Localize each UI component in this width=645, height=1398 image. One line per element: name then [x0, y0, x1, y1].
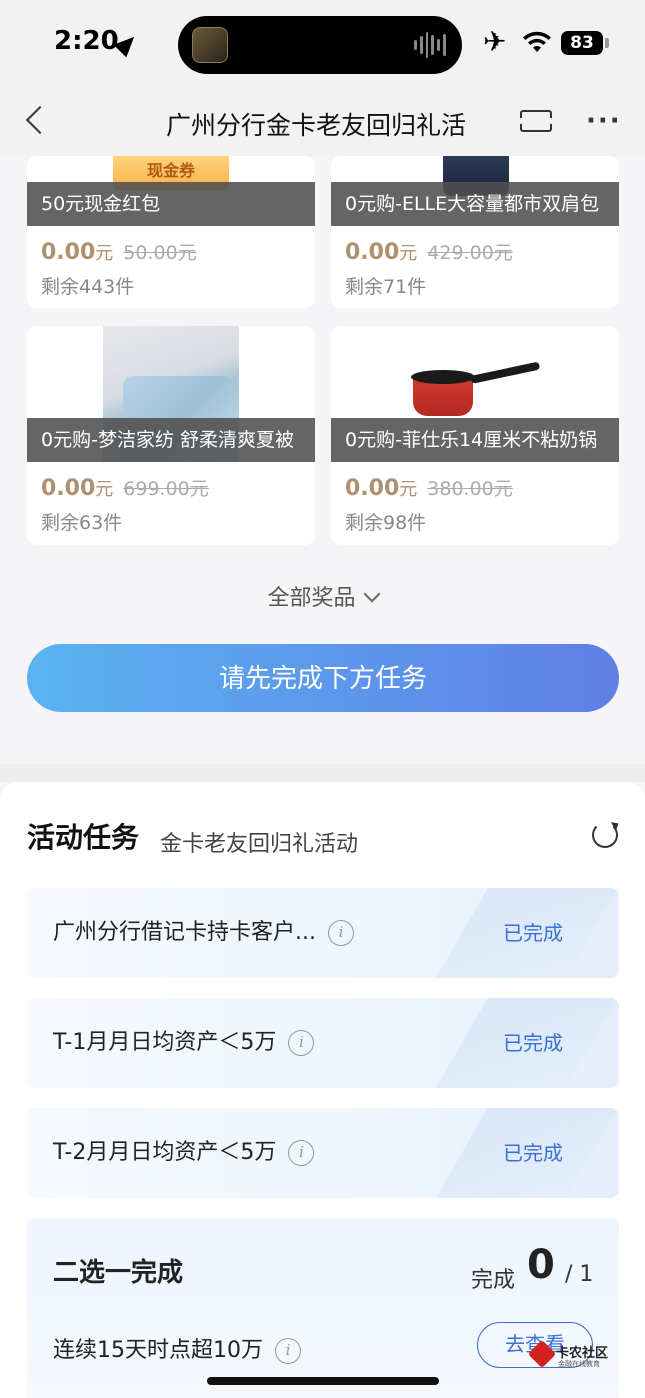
- price-row: 0.00元 429.00元: [345, 238, 513, 265]
- product-card[interactable]: 0元购-梦洁家纺 舒柔清爽夏被 0.00元 699.00元 剩余63件: [27, 326, 315, 545]
- price-unit: 元: [399, 479, 418, 500]
- watermark: 卡农社区 金融在线教育: [527, 1339, 612, 1372]
- task-label: 广州分行借记卡持卡客户... i: [53, 888, 354, 978]
- stock-count: 剩余443件: [41, 276, 135, 298]
- stock-count: 剩余98件: [345, 512, 427, 534]
- price-row: 0.00元 50.00元: [41, 238, 197, 265]
- stock-count: 剩余71件: [345, 276, 427, 298]
- stock-count: 剩余63件: [41, 512, 123, 534]
- task-status: 已完成: [503, 1031, 563, 1055]
- task-row: T-1月月日均资产＜5万 i 已完成: [27, 998, 619, 1088]
- info-icon[interactable]: i: [288, 1030, 315, 1056]
- task-subheading: 金卡老友回归礼活动: [160, 832, 359, 857]
- status-time: 2:20: [54, 26, 119, 56]
- product-card[interactable]: 现金券 50元现金红包 0.00元 50.00元 剩余443件: [27, 156, 315, 308]
- price-unit: 元: [399, 243, 418, 264]
- task-label: T-1月月日均资产＜5万 i: [53, 998, 315, 1088]
- price-row: 0.00元 380.00元: [345, 474, 513, 501]
- task-row: 广州分行借记卡持卡客户... i 已完成: [27, 888, 619, 978]
- more-icon[interactable]: ···: [586, 106, 622, 136]
- original-price: 429.00元: [427, 242, 513, 264]
- price-unit: 元: [95, 479, 114, 500]
- price-row: 0.00元 699.00元: [41, 474, 209, 501]
- watermark-subtext: 金融在线教育: [558, 1360, 600, 1368]
- task-status: 已完成: [503, 921, 563, 945]
- info-icon[interactable]: i: [275, 1338, 301, 1364]
- original-price: 380.00元: [427, 478, 513, 500]
- task-label: T-2月月日均资产＜5万 i: [53, 1108, 315, 1198]
- price-unit: 元: [95, 243, 114, 264]
- ticket-icon[interactable]: [518, 110, 554, 132]
- airplane-icon: ✈: [483, 25, 507, 58]
- task-panel: 活动任务 金卡老友回归礼活动 广州分行借记卡持卡客户... i 已完成 T-1月月…: [0, 782, 645, 1398]
- original-price: 50.00元: [123, 242, 197, 264]
- task-label-text: T-2月月日均资产＜5万: [53, 1140, 277, 1165]
- task-heading: 活动任务: [27, 821, 140, 854]
- nav-bar: 广州分行金卡老友回归礼活 ···: [0, 90, 645, 156]
- task-label-text: T-1月月日均资产＜5万: [53, 1030, 277, 1055]
- task-row: T-2月月日均资产＜5万 i 已完成: [27, 1108, 619, 1198]
- product-price: 0.00: [345, 240, 400, 265]
- product-card[interactable]: 0元购-菲仕乐14厘米不粘奶锅 0.00元 380.00元 剩余98件: [331, 326, 619, 545]
- home-indicator[interactable]: [207, 1377, 439, 1385]
- section-divider: [0, 764, 645, 782]
- product-name: 0元购-ELLE大容量都市双肩包: [331, 182, 619, 226]
- product-name: 50元现金红包: [27, 182, 315, 226]
- progress-count: 0: [527, 1242, 555, 1288]
- audio-wave-icon: [414, 30, 446, 60]
- battery-tip: [605, 38, 609, 48]
- all-prizes-toggle[interactable]: 全部奖品: [0, 580, 645, 612]
- app-icon: [192, 27, 228, 63]
- product-card[interactable]: 0元购-ELLE大容量都市双肩包 0.00元 429.00元 剩余71件: [331, 156, 619, 308]
- choice-row-text: 连续15天时点超10万: [53, 1338, 263, 1363]
- product-price: 0.00: [41, 240, 96, 265]
- back-icon[interactable]: [25, 105, 55, 135]
- dynamic-island[interactable]: [178, 16, 462, 74]
- product-price: 0.00: [345, 476, 400, 501]
- status-bar: 2:20 ✈ 83: [0, 0, 645, 90]
- product-name: 0元购-梦洁家纺 舒柔清爽夏被: [27, 418, 315, 462]
- choice-row-label: 连续15天时点超10万 i: [53, 1332, 301, 1364]
- product-name: 0元购-菲仕乐14厘米不粘奶锅: [331, 418, 619, 462]
- refresh-icon[interactable]: [592, 822, 618, 848]
- battery-icon: 83: [561, 31, 603, 55]
- info-icon[interactable]: i: [327, 920, 354, 946]
- wifi-icon: [523, 31, 551, 52]
- chevron-down-icon: [363, 585, 380, 603]
- coupon-label: 现金券: [146, 161, 195, 180]
- choice-task-box: 二选一完成 完成 0 / 1 连续15天时点超10万 i 去查看: [27, 1218, 619, 1398]
- task-status: 已完成: [503, 1141, 563, 1165]
- task-label-text: 广州分行借记卡持卡客户...: [53, 920, 316, 945]
- product-price: 0.00: [41, 476, 96, 501]
- progress-total: / 1: [565, 1262, 594, 1287]
- progress-label: 完成: [471, 1268, 516, 1293]
- info-icon[interactable]: i: [288, 1140, 315, 1166]
- choice-title: 二选一完成: [53, 1258, 184, 1288]
- page-title: 广州分行金卡老友回归礼活: [166, 111, 467, 140]
- original-price: 699.00元: [123, 478, 209, 500]
- watermark-logo-icon: [527, 1339, 557, 1369]
- complete-tasks-button[interactable]: 请先完成下方任务: [27, 644, 619, 712]
- all-prizes-label: 全部奖品: [267, 586, 356, 611]
